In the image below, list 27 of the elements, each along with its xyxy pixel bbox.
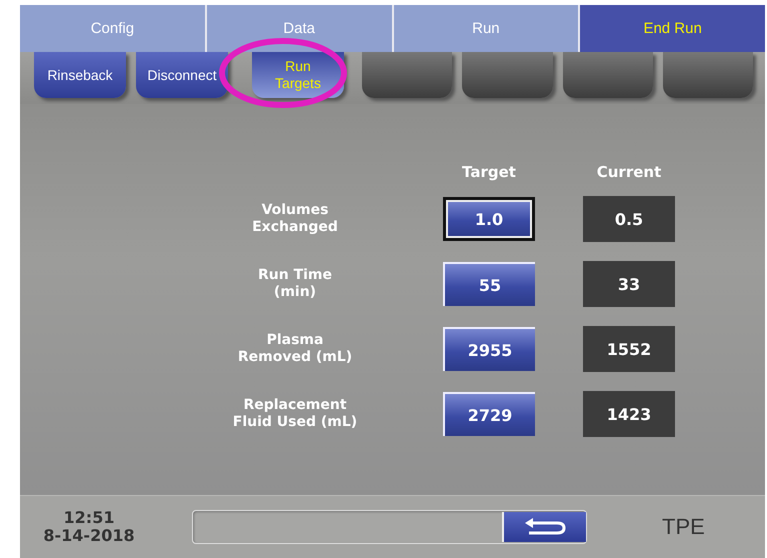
blank-sub-tab[interactable] xyxy=(362,52,452,98)
target-button[interactable]: 2729 xyxy=(443,392,535,436)
blank-sub-tab[interactable] xyxy=(562,52,653,98)
target-button[interactable]: 1.0 xyxy=(443,197,535,241)
tab[interactable]: End Run xyxy=(580,5,765,52)
blank-sub-tab[interactable] xyxy=(662,52,753,98)
return-arrow-icon xyxy=(523,518,567,536)
row-label: Run Time (min) xyxy=(258,267,332,301)
back-button[interactable] xyxy=(502,512,586,542)
target-button[interactable]: 55 xyxy=(443,262,535,306)
current-value: 0.5 xyxy=(583,196,675,242)
blank-sub-tab[interactable] xyxy=(462,52,552,98)
current-value: 1552 xyxy=(583,326,675,372)
target-button[interactable]: 2955 xyxy=(443,327,535,371)
date-text: 8-14-2018 xyxy=(42,527,136,545)
row-label: Plasma Removed (mL) xyxy=(238,332,352,366)
row-label: Volumes Exchanged xyxy=(252,202,338,236)
column-header: Target xyxy=(461,163,517,181)
row-label: Replacement Fluid Used (mL) xyxy=(232,397,358,431)
mode-label: TPE xyxy=(662,514,705,540)
current-value: 33 xyxy=(583,261,675,307)
current-value: 1423 xyxy=(583,391,675,437)
column-header: Current xyxy=(596,163,662,181)
sub-tab[interactable]: Disconnect xyxy=(136,52,228,98)
sub-tab[interactable]: Run Targets xyxy=(252,52,344,98)
time-text: 12:51 xyxy=(62,509,116,527)
sub-tab[interactable]: Rinseback xyxy=(34,52,126,98)
